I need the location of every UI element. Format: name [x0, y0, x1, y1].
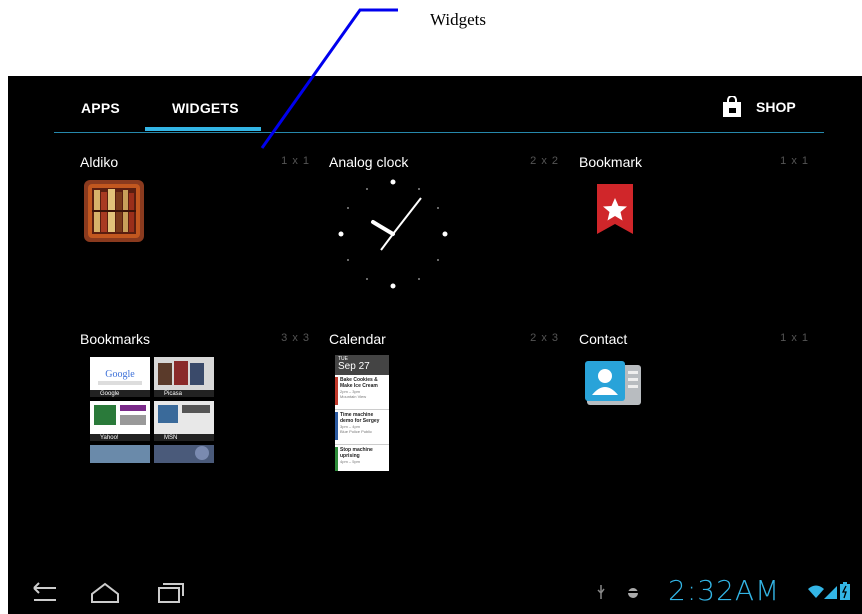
bookmark-tile-label: Google: [100, 391, 120, 397]
widget-bookmark[interactable]: Bookmark 1 x 1: [579, 154, 809, 324]
status-clock: 2:32AM: [668, 574, 781, 607]
event-title: Time machine demo for Sergey: [340, 412, 380, 424]
event-title: Stop machine uprising: [340, 447, 373, 459]
event-place: Mountain View: [340, 394, 367, 399]
widget-name: Bookmarks: [80, 331, 151, 347]
event-color-bar: [335, 377, 338, 405]
wifi-icon: [808, 584, 824, 605]
calendar-preview: TUE Sep 27 Bake Cookies & Make Ice Cream…: [335, 355, 389, 471]
widget-name: Bookmark: [579, 154, 643, 170]
system-bar: 2:32AM: [8, 572, 862, 614]
shopping-bag-icon: [722, 95, 742, 118]
calendar-date: Sep 27: [338, 361, 370, 372]
calendar-event: Bake Cookies & Make Ice Cream 2pm – 3pm …: [335, 375, 389, 410]
back-icon[interactable]: [26, 580, 60, 606]
event-time: 4pm – 5pm: [340, 459, 361, 464]
event-title: Bake Cookies & Make Ice Cream: [340, 377, 378, 389]
recent-apps-icon[interactable]: [153, 580, 187, 606]
callout-label: Widgets: [430, 10, 486, 29]
bookmark-star-icon: [595, 184, 635, 241]
calendar-event: Stop machine uprising 4pm – 5pm: [335, 445, 389, 471]
widget-size: 3 x 3: [281, 332, 310, 344]
contact-card-icon: [585, 361, 643, 412]
widget-name: Calendar: [329, 331, 386, 347]
usb-debug-icon: [626, 584, 640, 605]
bookmark-tile-label: Yahoo!: [100, 435, 119, 441]
selected-tab-indicator: [145, 127, 261, 131]
home-icon[interactable]: [88, 580, 122, 606]
event-color-bar: [335, 447, 338, 471]
widget-calendar[interactable]: Calendar 2 x 3 TUE Sep 27 Bake Cookies &…: [329, 331, 559, 501]
widget-size: 1 x 1: [780, 155, 809, 167]
bookmark-tile-label: Picasa: [164, 391, 183, 397]
event-color-bar: [335, 412, 338, 440]
widget-name: Analog clock: [329, 154, 409, 170]
calendar-event: Time machine demo for Sergey 3pm – 4pm B…: [335, 410, 389, 445]
widget-size: 1 x 1: [780, 332, 809, 344]
battery-icon: [840, 582, 850, 605]
bookmarks-grid-preview: Google Google Picasa Yahoo! MSN: [90, 357, 216, 468]
analog-clock-preview: [333, 174, 453, 299]
usb-icon: [596, 584, 606, 605]
calendar-header: TUE Sep 27: [335, 355, 389, 375]
tab-bar: APPS WIDGETS SHOP: [8, 76, 862, 134]
widget-bookmarks[interactable]: Bookmarks 3 x 3 Google Google Picasa Yah…: [80, 331, 310, 501]
tab-apps[interactable]: APPS: [81, 100, 120, 116]
bookshelf-icon: [84, 180, 144, 247]
widget-contact[interactable]: Contact 1 x 1: [579, 331, 809, 501]
tab-divider: [54, 132, 824, 133]
signal-icon: [824, 584, 838, 605]
svg-text:Google: Google: [105, 369, 135, 380]
widget-aldiko[interactable]: Aldiko 1 x 1: [80, 154, 310, 324]
widget-name: Contact: [579, 331, 628, 347]
shop-button[interactable]: SHOP: [722, 95, 796, 118]
tab-widgets[interactable]: WIDGETS: [172, 100, 239, 116]
shop-label: SHOP: [756, 99, 796, 115]
event-place: Blue Police Public: [340, 429, 373, 434]
android-screen: APPS WIDGETS SHOP Aldiko 1 x 1 Analog cl…: [8, 76, 862, 614]
widget-size: 1 x 1: [281, 155, 310, 167]
bookmark-tile-label: MSN: [164, 435, 178, 441]
widget-name: Aldiko: [80, 154, 119, 170]
widget-size: 2 x 2: [530, 155, 559, 167]
widget-analog-clock[interactable]: Analog clock 2 x 2: [329, 154, 559, 324]
widget-size: 2 x 3: [530, 332, 559, 344]
